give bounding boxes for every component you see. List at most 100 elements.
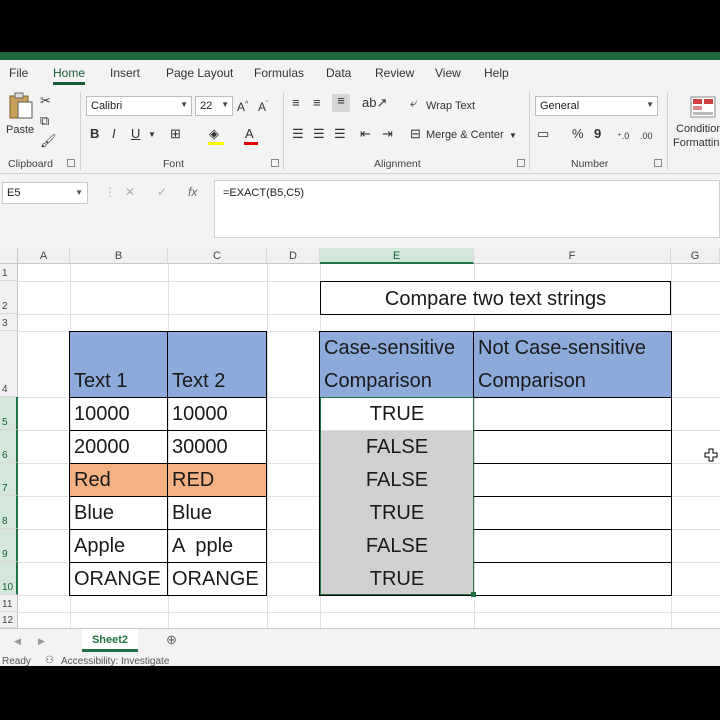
decrease-decimal-icon[interactable]: .00 xyxy=(640,129,653,143)
column-header-a[interactable]: A xyxy=(18,248,70,264)
cell-e6[interactable]: FALSE xyxy=(320,431,474,463)
tab-insert[interactable]: Insert xyxy=(110,66,140,80)
cell-c10[interactable]: ORANGE xyxy=(172,563,259,595)
insert-function-icon[interactable]: fx xyxy=(188,185,197,199)
increase-indent-icon[interactable]: ⇥ xyxy=(382,127,393,141)
row-header-4[interactable]: 4 xyxy=(0,331,18,397)
tab-view[interactable]: View xyxy=(435,66,461,80)
align-left-icon[interactable]: ☰ xyxy=(292,127,304,141)
cell-c9[interactable]: A pple xyxy=(172,530,233,562)
cell-c7[interactable]: RED xyxy=(172,464,214,496)
wrap-text-button[interactable]: Wrap Text xyxy=(426,100,475,112)
increase-decimal-icon[interactable]: ⁺.0 xyxy=(617,129,629,143)
bold-icon[interactable]: B xyxy=(90,127,99,141)
column-header-d[interactable]: D xyxy=(267,248,320,264)
cell-e9[interactable]: FALSE xyxy=(320,530,474,562)
cut-icon[interactable]: ✂ xyxy=(40,94,51,108)
add-sheet-icon[interactable]: ⊕ xyxy=(166,633,177,647)
cell-e8[interactable]: TRUE xyxy=(320,497,474,529)
header-not-case-line2[interactable]: Comparison xyxy=(478,365,586,397)
row-header-7[interactable]: 7 xyxy=(0,463,18,496)
tab-help[interactable]: Help xyxy=(484,66,509,80)
increase-font-icon[interactable]: A^ xyxy=(237,98,248,114)
conditional-formatting-label-1[interactable]: Condition xyxy=(676,123,720,135)
merge-center-button[interactable]: Merge & Center xyxy=(426,129,504,141)
cancel-icon[interactable]: ✕ xyxy=(125,185,135,199)
cell-b7[interactable]: Red xyxy=(74,464,111,496)
number-format-select[interactable]: General ▼ xyxy=(535,96,658,116)
row-header-6[interactable]: 6 xyxy=(0,430,18,463)
tab-formulas[interactable]: Formulas xyxy=(254,66,304,80)
formula-input[interactable]: =EXACT(B5,C5) xyxy=(214,180,720,238)
font-color-icon[interactable]: A xyxy=(245,127,254,141)
decrease-font-icon[interactable]: Aˇ xyxy=(258,98,268,114)
format-painter-icon[interactable]: 🖌 xyxy=(40,134,57,148)
align-right-icon[interactable]: ☰ xyxy=(334,127,346,141)
header-not-case-line1[interactable]: Not Case-sensitive xyxy=(478,332,646,364)
cell-b9[interactable]: Apple xyxy=(74,530,125,562)
comma-style-icon[interactable]: 9 xyxy=(594,127,601,141)
sheet-title-cell[interactable]: Compare two text strings xyxy=(320,281,671,315)
cell-b10[interactable]: ORANGE xyxy=(74,563,161,595)
column-header-e[interactable]: E xyxy=(320,248,474,264)
row-header-10[interactable]: 10 xyxy=(0,562,18,595)
clipboard-launcher-icon[interactable] xyxy=(67,159,75,167)
worksheet-grid[interactable]: A B C D E F G 1 2 3 4 5 6 7 8 9 10 11 12 xyxy=(0,248,720,628)
conditional-formatting-icon[interactable] xyxy=(690,96,716,118)
scroll-right-icon[interactable]: ▶ xyxy=(38,634,45,648)
cell-e7[interactable]: FALSE xyxy=(320,464,474,496)
cell-c6[interactable]: 30000 xyxy=(172,431,228,463)
name-box[interactable]: E5 ▼ xyxy=(2,182,88,204)
align-top-icon[interactable]: ≡ xyxy=(292,96,300,110)
chevron-down-icon[interactable]: ▼ xyxy=(509,129,517,143)
tab-data[interactable]: Data xyxy=(326,66,351,80)
select-all-corner[interactable] xyxy=(0,248,18,264)
cell-e5[interactable]: TRUE xyxy=(320,398,474,430)
row-header-11[interactable]: 11 xyxy=(0,595,18,612)
column-header-c[interactable]: C xyxy=(168,248,267,264)
alignment-launcher-icon[interactable] xyxy=(517,159,525,167)
align-middle-icon[interactable]: ≡ xyxy=(313,96,321,110)
column-header-f[interactable]: F xyxy=(474,248,671,264)
copy-icon[interactable]: ⧉ xyxy=(40,114,49,128)
orientation-icon[interactable]: ab↗ xyxy=(362,96,387,110)
row-header-9[interactable]: 9 xyxy=(0,529,18,562)
wrap-text-icon[interactable]: ⤶ xyxy=(410,96,417,110)
borders-icon[interactable]: ⊞ xyxy=(170,127,181,141)
decrease-indent-icon[interactable]: ⇤ xyxy=(360,127,371,141)
row-header-8[interactable]: 8 xyxy=(0,496,18,529)
tab-review[interactable]: Review xyxy=(375,66,414,80)
align-center-icon[interactable]: ☰ xyxy=(313,127,325,141)
cell-b6[interactable]: 20000 xyxy=(74,431,130,463)
header-case-sensitive-line2[interactable]: Comparison xyxy=(324,365,432,397)
accounting-format-icon[interactable]: ▭ xyxy=(537,127,549,141)
header-text2[interactable]: Text 2 xyxy=(172,365,225,397)
row-header-1[interactable]: 1 xyxy=(0,264,18,281)
row-header-2[interactable]: 2 xyxy=(0,281,18,314)
cell-b5[interactable]: 10000 xyxy=(74,398,130,430)
font-size-select[interactable]: 22 ▼ xyxy=(195,96,233,116)
cell-c8[interactable]: Blue xyxy=(172,497,212,529)
number-launcher-icon[interactable] xyxy=(654,159,662,167)
row-header-12[interactable]: 12 xyxy=(0,612,18,628)
fill-color-icon[interactable]: ◈ xyxy=(209,127,219,141)
sheet-tab-sheet2[interactable]: Sheet2 xyxy=(82,629,138,652)
cell-b8[interactable]: Blue xyxy=(74,497,114,529)
font-name-select[interactable]: Calibri ▼ xyxy=(86,96,192,116)
cell-e10[interactable]: TRUE xyxy=(320,563,474,595)
align-bottom-icon[interactable]: ≡ xyxy=(332,94,350,112)
tab-file[interactable]: File xyxy=(9,66,28,80)
conditional-formatting-label-2[interactable]: Formattin xyxy=(673,137,719,149)
italic-icon[interactable]: I xyxy=(112,127,116,141)
row-header-3[interactable]: 3 xyxy=(0,314,18,331)
percent-icon[interactable]: % xyxy=(572,127,584,141)
underline-icon[interactable]: U xyxy=(131,127,140,141)
cell-c5[interactable]: 10000 xyxy=(172,398,228,430)
accessibility-status[interactable]: Accessibility: Investigate xyxy=(61,656,169,667)
column-header-b[interactable]: B xyxy=(70,248,168,264)
tab-page-layout[interactable]: Page Layout xyxy=(166,66,233,80)
paste-button[interactable]: Paste xyxy=(4,92,38,138)
font-launcher-icon[interactable] xyxy=(271,159,279,167)
tab-home[interactable]: Home xyxy=(53,66,86,85)
header-case-sensitive-line1[interactable]: Case-sensitive xyxy=(324,332,455,364)
